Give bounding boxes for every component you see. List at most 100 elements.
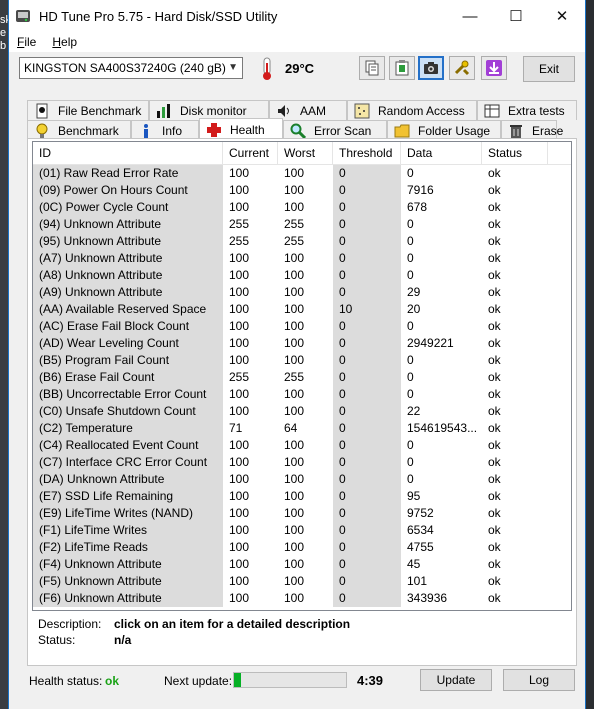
cell-worst: 100 — [284, 268, 305, 282]
cell-status: ok — [488, 404, 501, 418]
log-button[interactable]: Log — [503, 669, 575, 691]
tab-label: Disk monitor — [180, 103, 247, 118]
tab-health[interactable]: Health — [199, 118, 283, 140]
cell-data: 7916 — [407, 183, 434, 197]
table-row[interactable]: (BB) Uncorrectable Error Count 100 100 0 0 ok — [33, 386, 571, 403]
table-row[interactable]: (C0) Unsafe Shutdown Count 100 100 0 22 ok — [33, 403, 571, 420]
table-row[interactable]: (01) Raw Read Error Rate 100 100 0 0 ok — [33, 165, 571, 182]
column-header-id[interactable]: ID — [33, 142, 223, 164]
close-button[interactable]: ✕ — [539, 0, 585, 32]
table-row[interactable]: (F6) Unknown Attribute 100 100 0 343936 ok — [33, 590, 571, 607]
cell-worst: 100 — [284, 591, 305, 605]
tab-folder-usage[interactable]: Folder Usage — [387, 120, 501, 140]
tab-erase[interactable]: Erase — [501, 120, 563, 140]
tab-file-benchmark[interactable]: File Benchmark — [27, 100, 149, 120]
table-row[interactable]: (F1) LifeTime Writes 100 100 0 6534 ok — [33, 522, 571, 539]
cell-worst: 100 — [284, 353, 305, 367]
screenshot-button[interactable] — [418, 56, 444, 80]
cell-id: (B6) Erase Fail Count — [33, 369, 223, 386]
cell-status: ok — [488, 268, 501, 282]
table-row[interactable]: (F4) Unknown Attribute 100 100 0 45 ok — [33, 556, 571, 573]
column-header-threshold[interactable]: Threshold — [333, 142, 401, 164]
title-bar[interactable]: HD Tune Pro 5.75 - Hard Disk/SSD Utility… — [9, 0, 585, 32]
tab-label: Extra tests — [508, 103, 565, 118]
cell-threshold: 0 — [333, 216, 401, 233]
menu-file-label: ile — [24, 35, 37, 49]
cell-status: ok — [488, 506, 501, 520]
cell-status: ok — [488, 387, 501, 401]
smart-attribute-list[interactable]: ID Current Worst Threshold Data Status (… — [32, 141, 572, 611]
cell-current: 100 — [229, 166, 250, 180]
table-row[interactable]: (09) Power On Hours Count 100 100 0 7916 ok — [33, 182, 571, 199]
cell-data: 0 — [407, 455, 414, 469]
table-row[interactable]: (A8) Unknown Attribute 100 100 0 0 ok — [33, 267, 571, 284]
table-row[interactable]: (B6) Erase Fail Count 255 255 0 0 ok — [33, 369, 571, 386]
drive-select[interactable]: KINGSTON SA400S37240G (240 gB) ▼ — [19, 57, 243, 79]
exit-button[interactable]: Exit — [523, 56, 575, 82]
cell-id: (E9) LifeTime Writes (NAND) — [33, 505, 223, 522]
cell-worst: 100 — [284, 285, 305, 299]
copy-screenshot-button[interactable] — [389, 56, 415, 80]
table-row[interactable]: (DA) Unknown Attribute 100 100 0 0 ok — [33, 471, 571, 488]
table-row[interactable]: (F5) Unknown Attribute 100 100 0 101 ok — [33, 573, 571, 590]
cell-status: ok — [488, 319, 501, 333]
tab-aam[interactable]: AAM — [269, 100, 347, 120]
table-row[interactable]: (94) Unknown Attribute 255 255 0 0 ok — [33, 216, 571, 233]
cell-id: (F1) LifeTime Writes — [33, 522, 223, 539]
tab-error-scan[interactable]: Error Scan — [283, 120, 387, 140]
cell-status: ok — [488, 455, 501, 469]
table-row[interactable]: (AC) Erase Fail Block Count 100 100 0 0 ok — [33, 318, 571, 335]
table-row[interactable]: (0C) Power Cycle Count 100 100 0 678 ok — [33, 199, 571, 216]
cell-id: (01) Raw Read Error Rate — [33, 165, 223, 182]
table-row[interactable]: (95) Unknown Attribute 255 255 0 0 ok — [33, 233, 571, 250]
column-header-current[interactable]: Current — [223, 142, 278, 164]
tab-random-access[interactable]: Random Access — [347, 100, 477, 120]
cell-worst: 255 — [284, 234, 305, 248]
cell-worst: 100 — [284, 523, 305, 537]
table-row[interactable]: (A9) Unknown Attribute 100 100 0 29 ok — [33, 284, 571, 301]
options-button[interactable] — [449, 56, 475, 80]
table-row[interactable]: (C4) Reallocated Event Count 100 100 0 0 ok — [33, 437, 571, 454]
menu-help-accel: H — [52, 35, 62, 49]
table-row[interactable]: (C7) Interface CRC Error Count 100 100 0 0 ok — [33, 454, 571, 471]
column-header-data[interactable]: Data — [401, 142, 482, 164]
cell-id: (C4) Reallocated Event Count — [33, 437, 223, 454]
table-row[interactable]: (AD) Wear Leveling Count 100 100 0 2949221 ok — [33, 335, 571, 352]
tab-info[interactable]: Info — [131, 120, 199, 140]
menu-file[interactable]: File — [9, 35, 44, 49]
table-row[interactable]: (AA) Available Reserved Space 100 100 10 20 o… — [33, 301, 571, 318]
column-header-status[interactable]: Status — [482, 142, 548, 164]
cell-data: 154619543... — [407, 421, 478, 435]
table-row[interactable]: (E7) SSD Life Remaining 100 100 0 95 ok — [33, 488, 571, 505]
table-row[interactable]: (A7) Unknown Attribute 100 100 0 0 ok — [33, 250, 571, 267]
column-header-worst[interactable]: Worst — [278, 142, 333, 164]
copy-info-button[interactable] — [359, 56, 385, 80]
table-row[interactable]: (E9) LifeTime Writes (NAND) 100 100 0 9752 ok — [33, 505, 571, 522]
tab-disk-monitor[interactable]: Disk monitor — [149, 100, 269, 120]
cell-data: 22 — [407, 404, 421, 418]
maximize-button[interactable]: ☐ — [493, 0, 539, 32]
drive-select-value: KINGSTON SA400S37240G (240 gB) — [24, 61, 226, 75]
cell-status: ok — [488, 523, 501, 537]
update-countdown: 4:39 — [357, 673, 384, 688]
tab-row-top: File Benchmark Disk monitor AAM Random A… — [27, 100, 577, 120]
cell-status: ok — [488, 557, 501, 571]
cell-worst: 100 — [284, 438, 305, 452]
table-row[interactable]: (C2) Temperature 71 64 0 154619543... ok — [33, 420, 571, 437]
table-row[interactable]: (B5) Program Fail Count 100 100 0 0 ok — [33, 352, 571, 369]
cell-current: 100 — [229, 336, 250, 350]
lightbulb-icon — [34, 123, 50, 139]
save-button[interactable] — [481, 56, 507, 80]
cell-threshold: 0 — [333, 182, 401, 199]
tab-extra-tests[interactable]: Extra tests — [477, 100, 577, 120]
cell-id: (94) Unknown Attribute — [33, 216, 223, 233]
cell-id: (DA) Unknown Attribute — [33, 471, 223, 488]
table-row[interactable]: (F2) LifeTime Reads 100 100 0 4755 ok — [33, 539, 571, 556]
cell-id: (AA) Available Reserved Space — [33, 301, 223, 318]
minimize-button[interactable]: — — [447, 0, 493, 32]
menu-help[interactable]: Help — [44, 35, 85, 49]
cell-current: 100 — [229, 455, 250, 469]
health-status-label: Health status: — [29, 674, 103, 688]
update-button[interactable]: Update — [420, 669, 492, 691]
tab-benchmark[interactable]: Benchmark — [27, 120, 131, 140]
